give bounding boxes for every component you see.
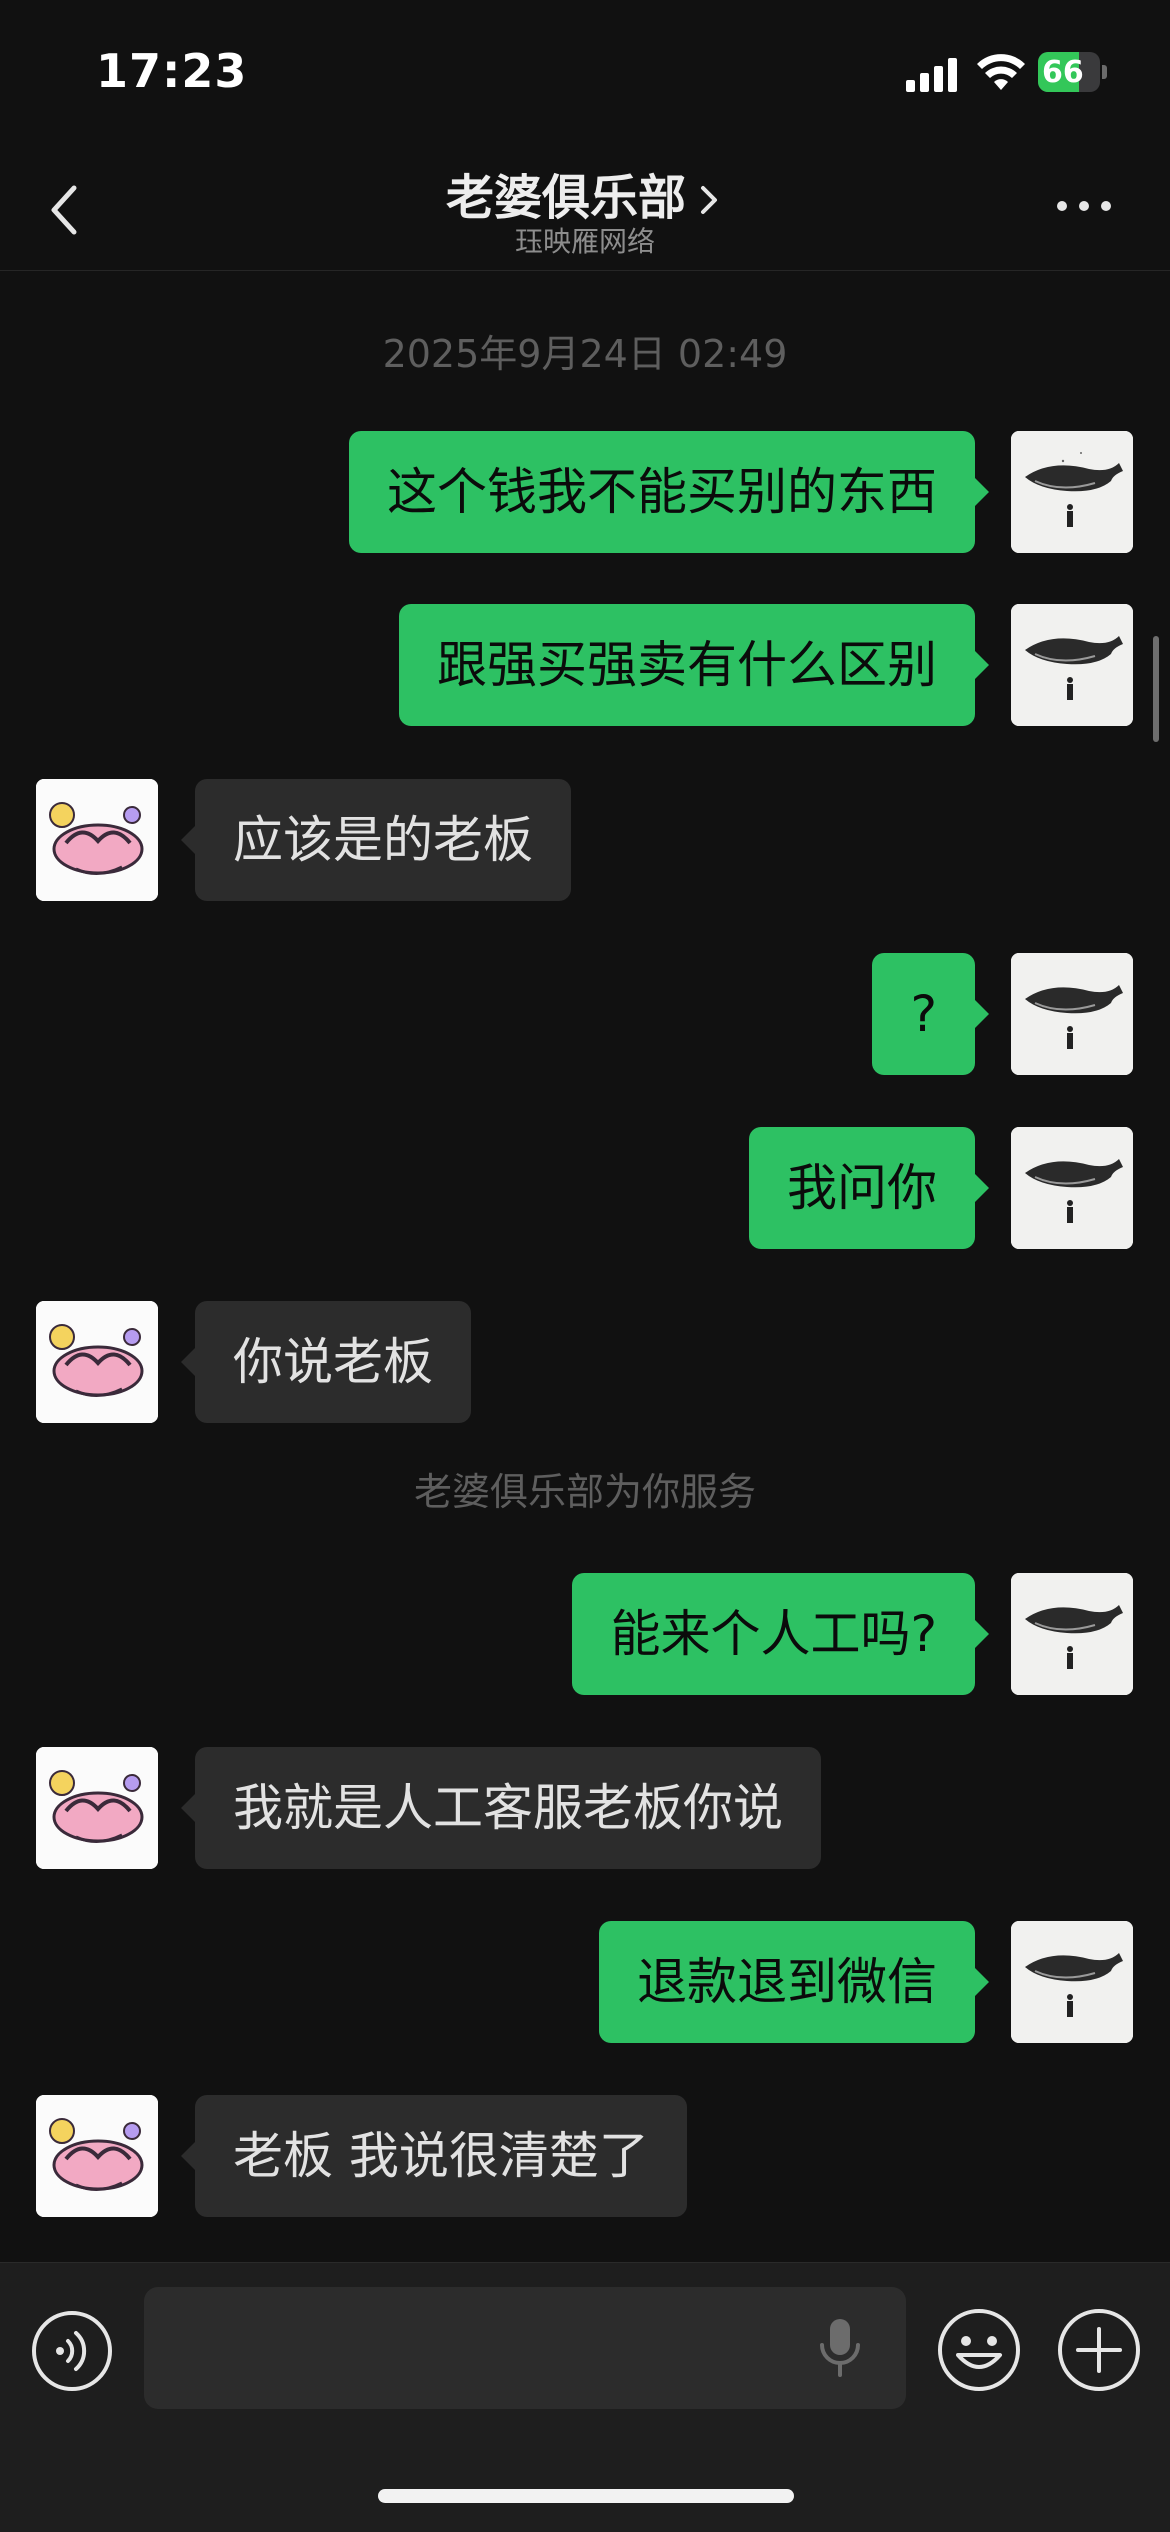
status-time: 17:23 <box>96 44 248 98</box>
message-bubble-incoming[interactable]: 你说老板 <box>181 1301 471 1423</box>
scrollbar[interactable] <box>1153 636 1159 742</box>
avatar[interactable] <box>36 1301 158 1423</box>
chat-screen: 17:23 66 老婆俱乐部 珏映雁网络 2025年9月24日 02:49 这个… <box>0 0 1170 2532</box>
message-timestamp: 2025年9月24日 02:49 <box>382 332 788 376</box>
system-note: 老婆俱乐部为你服务 <box>413 1470 756 1514</box>
emoji-face-icon[interactable] <box>936 2307 1022 2393</box>
message-bubble-outgoing[interactable]: 这个钱我不能买别的东西 <box>349 431 989 553</box>
avatar[interactable] <box>1011 1127 1133 1249</box>
avatar[interactable] <box>36 2095 158 2217</box>
message-bubble-outgoing[interactable]: 退款退到微信 <box>599 1921 989 2043</box>
whale-avatar-icon <box>1011 1573 1133 1695</box>
voice-wave-icon[interactable] <box>30 2309 114 2393</box>
club-logo-avatar-icon <box>36 1747 158 1869</box>
whale-avatar-icon <box>1011 1127 1133 1249</box>
battery-level-text: 66 <box>1042 55 1084 90</box>
chat-subtitle: 珏映雁网络 <box>514 225 655 258</box>
whale-avatar-icon <box>1011 1921 1133 2043</box>
status-bar: 17:23 66 <box>0 0 1170 140</box>
chat-title-button[interactable]: 老婆俱乐部 <box>0 158 1170 228</box>
message-bubble-incoming[interactable]: 我就是人工客服老板你说 <box>181 1747 821 1869</box>
message-list[interactable]: 2025年9月24日 02:49 这个钱我不能买别的东西 跟强买强卖有什么区别 <box>0 271 1170 2261</box>
chevron-right-icon <box>701 186 717 214</box>
battery-cap <box>1102 65 1107 79</box>
plus-circle-icon[interactable] <box>1056 2307 1142 2393</box>
battery-body: 66 <box>1038 52 1100 92</box>
message-bubble-incoming[interactable]: 老板 我说很清楚了 <box>181 2095 687 2217</box>
more-dots-icon[interactable] <box>1054 196 1114 216</box>
home-indicator[interactable] <box>378 2489 794 2503</box>
club-logo-avatar-icon <box>36 2095 158 2217</box>
avatar[interactable] <box>1011 1573 1133 1695</box>
whale-avatar-icon <box>1011 431 1133 553</box>
message-bubble-incoming[interactable]: 应该是的老板 <box>181 779 571 901</box>
whale-avatar-icon <box>1011 604 1133 726</box>
avatar[interactable] <box>1011 604 1133 726</box>
chat-title: 老婆俱乐部 <box>445 170 686 226</box>
avatar[interactable] <box>36 1747 158 1869</box>
nav-bar: 老婆俱乐部 珏映雁网络 <box>0 140 1170 271</box>
message-input[interactable] <box>144 2287 906 2409</box>
cellular-signal-icon <box>906 58 957 92</box>
message-bubble-outgoing[interactable]: 跟强买强卖有什么区别 <box>399 604 989 726</box>
club-logo-avatar-icon <box>36 779 158 901</box>
microphone-icon[interactable] <box>812 2315 868 2381</box>
club-logo-avatar-icon <box>36 1301 158 1423</box>
avatar[interactable] <box>1011 431 1133 553</box>
battery-indicator: 66 <box>1038 52 1108 92</box>
message-bubble-outgoing[interactable]: 能来个人工吗? <box>572 1573 989 1695</box>
avatar[interactable] <box>1011 1921 1133 2043</box>
whale-avatar-icon <box>1011 953 1133 1075</box>
avatar[interactable] <box>36 779 158 901</box>
message-bubble-outgoing[interactable]: 我问你 <box>749 1127 989 1249</box>
wifi-icon <box>977 54 1025 90</box>
avatar[interactable] <box>1011 953 1133 1075</box>
message-bubble-outgoing[interactable]: ? <box>872 953 989 1075</box>
